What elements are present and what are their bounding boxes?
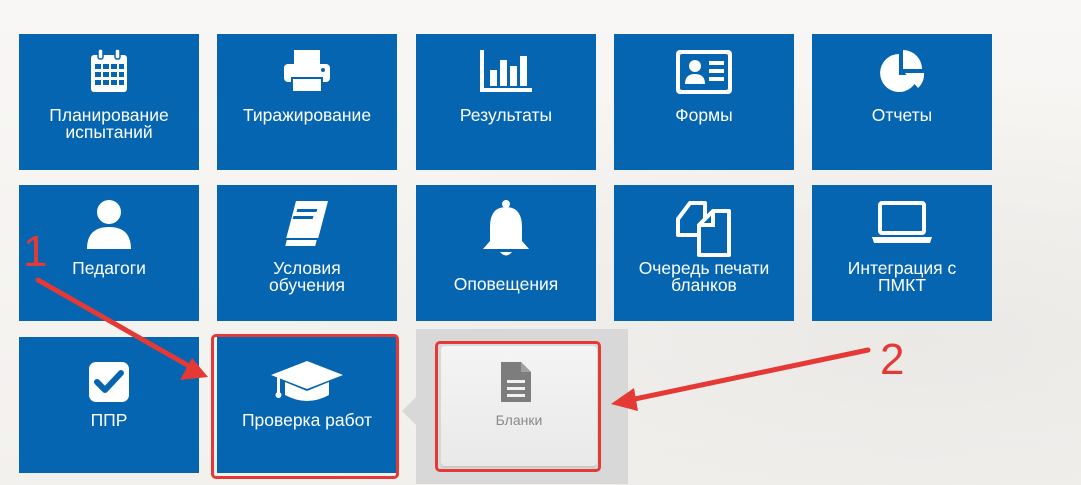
arrow-1 [35, 277, 208, 380]
arrow-2 [611, 347, 871, 411]
annotation-arrows [35, 277, 871, 411]
